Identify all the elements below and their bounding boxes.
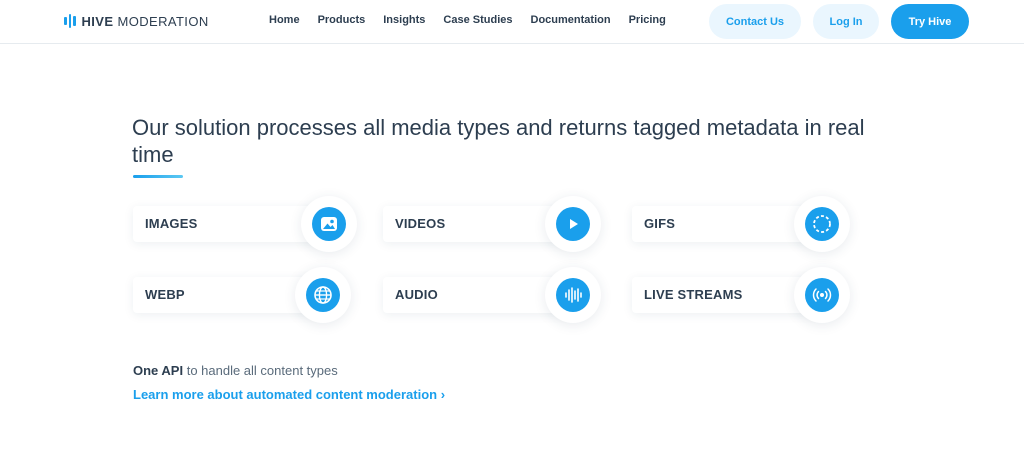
media-card-audio: AUDIO [383,267,601,323]
media-label: IMAGES [145,216,198,231]
one-api-text: One API to handle all content types [133,363,338,378]
media-label: GIFS [644,216,676,231]
main-nav: Home Products Insights Case Studies Docu… [269,14,684,26]
media-card-gifs: GIFS [632,196,850,252]
nav-documentation[interactable]: Documentation [531,14,611,26]
hive-logo-icon [64,14,76,28]
media-label: WEBP [145,287,185,302]
chevron-right-icon: › [440,387,446,402]
image-icon [301,196,357,252]
globe-icon [295,267,351,323]
nav-insights[interactable]: Insights [383,14,425,26]
contact-us-button[interactable]: Contact Us [709,4,801,39]
try-hive-button[interactable]: Try Hive [891,4,969,39]
nav-pricing[interactable]: Pricing [629,14,666,26]
hive-moderation-logo[interactable]: HIVE MODERATION [64,12,209,30]
nav-case-studies[interactable]: Case Studies [443,14,512,26]
nav-home[interactable]: Home [269,14,300,26]
media-label: LIVE STREAMS [644,287,743,302]
media-label: AUDIO [395,287,438,302]
play-icon [545,196,601,252]
learn-more-link[interactable]: Learn more about automated content moder… [133,387,445,402]
logo-text: HIVE MODERATION [81,13,209,29]
nav-products[interactable]: Products [318,14,366,26]
gif-icon [794,196,850,252]
broadcast-icon [794,267,850,323]
media-card-webp: WEBP [133,267,351,323]
media-label: VIDEOS [395,216,446,231]
media-card-live-streams: LIVE STREAMS [632,267,850,323]
section-headline: Our solution processes all media types a… [132,115,865,167]
media-card-images: IMAGES [133,196,357,252]
headline-accent-underline [133,175,183,178]
media-card-videos: VIDEOS [383,196,601,252]
waveform-icon [545,267,601,323]
site-header: HIVE MODERATION Home Products Insights C… [0,0,1024,44]
log-in-button[interactable]: Log In [813,4,879,39]
